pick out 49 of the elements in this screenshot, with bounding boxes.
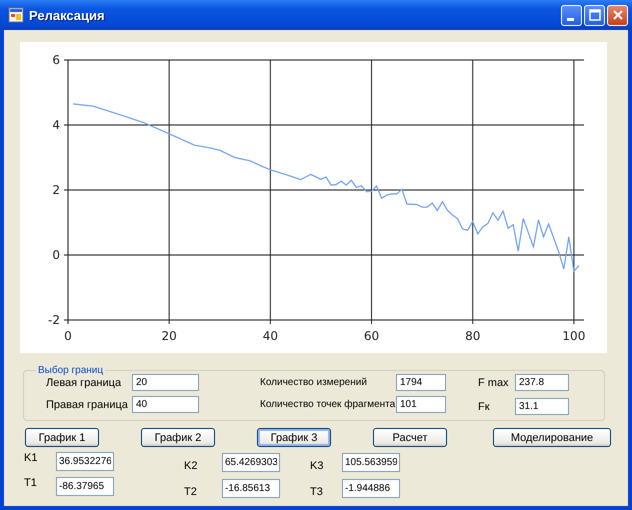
group-title: Выбор границ — [37, 365, 104, 376]
action-button[interactable]: Расчет — [373, 428, 447, 447]
input-field[interactable]: 20 — [132, 374, 199, 391]
window-title: Релаксация — [29, 8, 105, 22]
input-field[interactable]: -1.944886 — [342, 478, 400, 498]
y-tick-label: 0 — [52, 248, 60, 262]
input-field[interactable]: -16.85613 — [222, 478, 280, 498]
maximize-icon — [588, 9, 600, 21]
field-label: T2 — [184, 485, 198, 498]
y-tick-label: 6 — [52, 53, 60, 67]
y-tick-label: 4 — [52, 118, 60, 132]
close-icon — [612, 9, 624, 21]
x-tick-label: 20 — [162, 329, 177, 343]
x-tick-label: 80 — [465, 329, 480, 343]
minimize-button[interactable] — [561, 4, 582, 26]
minimize-icon — [566, 18, 574, 20]
x-tick-label: 0 — [64, 329, 72, 343]
field-label: T1 — [24, 477, 38, 489]
field-label: K3 — [310, 459, 324, 472]
field-label: Левая граница — [45, 376, 122, 388]
field-label: K1 — [24, 452, 38, 464]
field-label: Количество измерений — [260, 377, 368, 388]
input-field[interactable]: 36.9532276 — [56, 452, 114, 471]
input-field[interactable]: 237.8 — [515, 374, 569, 391]
close-button[interactable] — [607, 4, 628, 26]
field-label: Fк — [478, 400, 491, 412]
x-tick-label: 100 — [562, 329, 586, 343]
x-tick-label: 60 — [364, 329, 380, 343]
input-field[interactable]: 31.1 — [515, 398, 569, 415]
input-field[interactable]: -86.37965 — [56, 477, 114, 496]
action-button[interactable]: Моделирование — [493, 428, 611, 447]
field-label: Количество точек фрагмента — [260, 399, 396, 410]
field-label: K2 — [184, 459, 198, 472]
action-button[interactable]: График 2 — [141, 428, 215, 447]
y-tick-label: 2 — [52, 183, 60, 197]
field-label: T3 — [310, 485, 324, 498]
app-icon — [8, 7, 24, 23]
action-button[interactable]: График 3 — [257, 428, 331, 447]
input-field[interactable]: 101 — [396, 396, 446, 413]
maximize-button[interactable] — [584, 4, 605, 26]
input-field[interactable]: 65.4269303 — [222, 452, 280, 472]
field-label: F max — [478, 376, 510, 388]
action-button[interactable]: График 1 — [25, 428, 99, 447]
input-field[interactable]: 105.563959 — [342, 452, 400, 472]
input-field[interactable]: 40 — [132, 396, 199, 413]
y-tick-label: -2 — [48, 313, 60, 327]
input-field[interactable]: 1794 — [396, 374, 446, 391]
x-tick-label: 40 — [262, 329, 278, 343]
field-label: Правая граница — [45, 398, 129, 410]
